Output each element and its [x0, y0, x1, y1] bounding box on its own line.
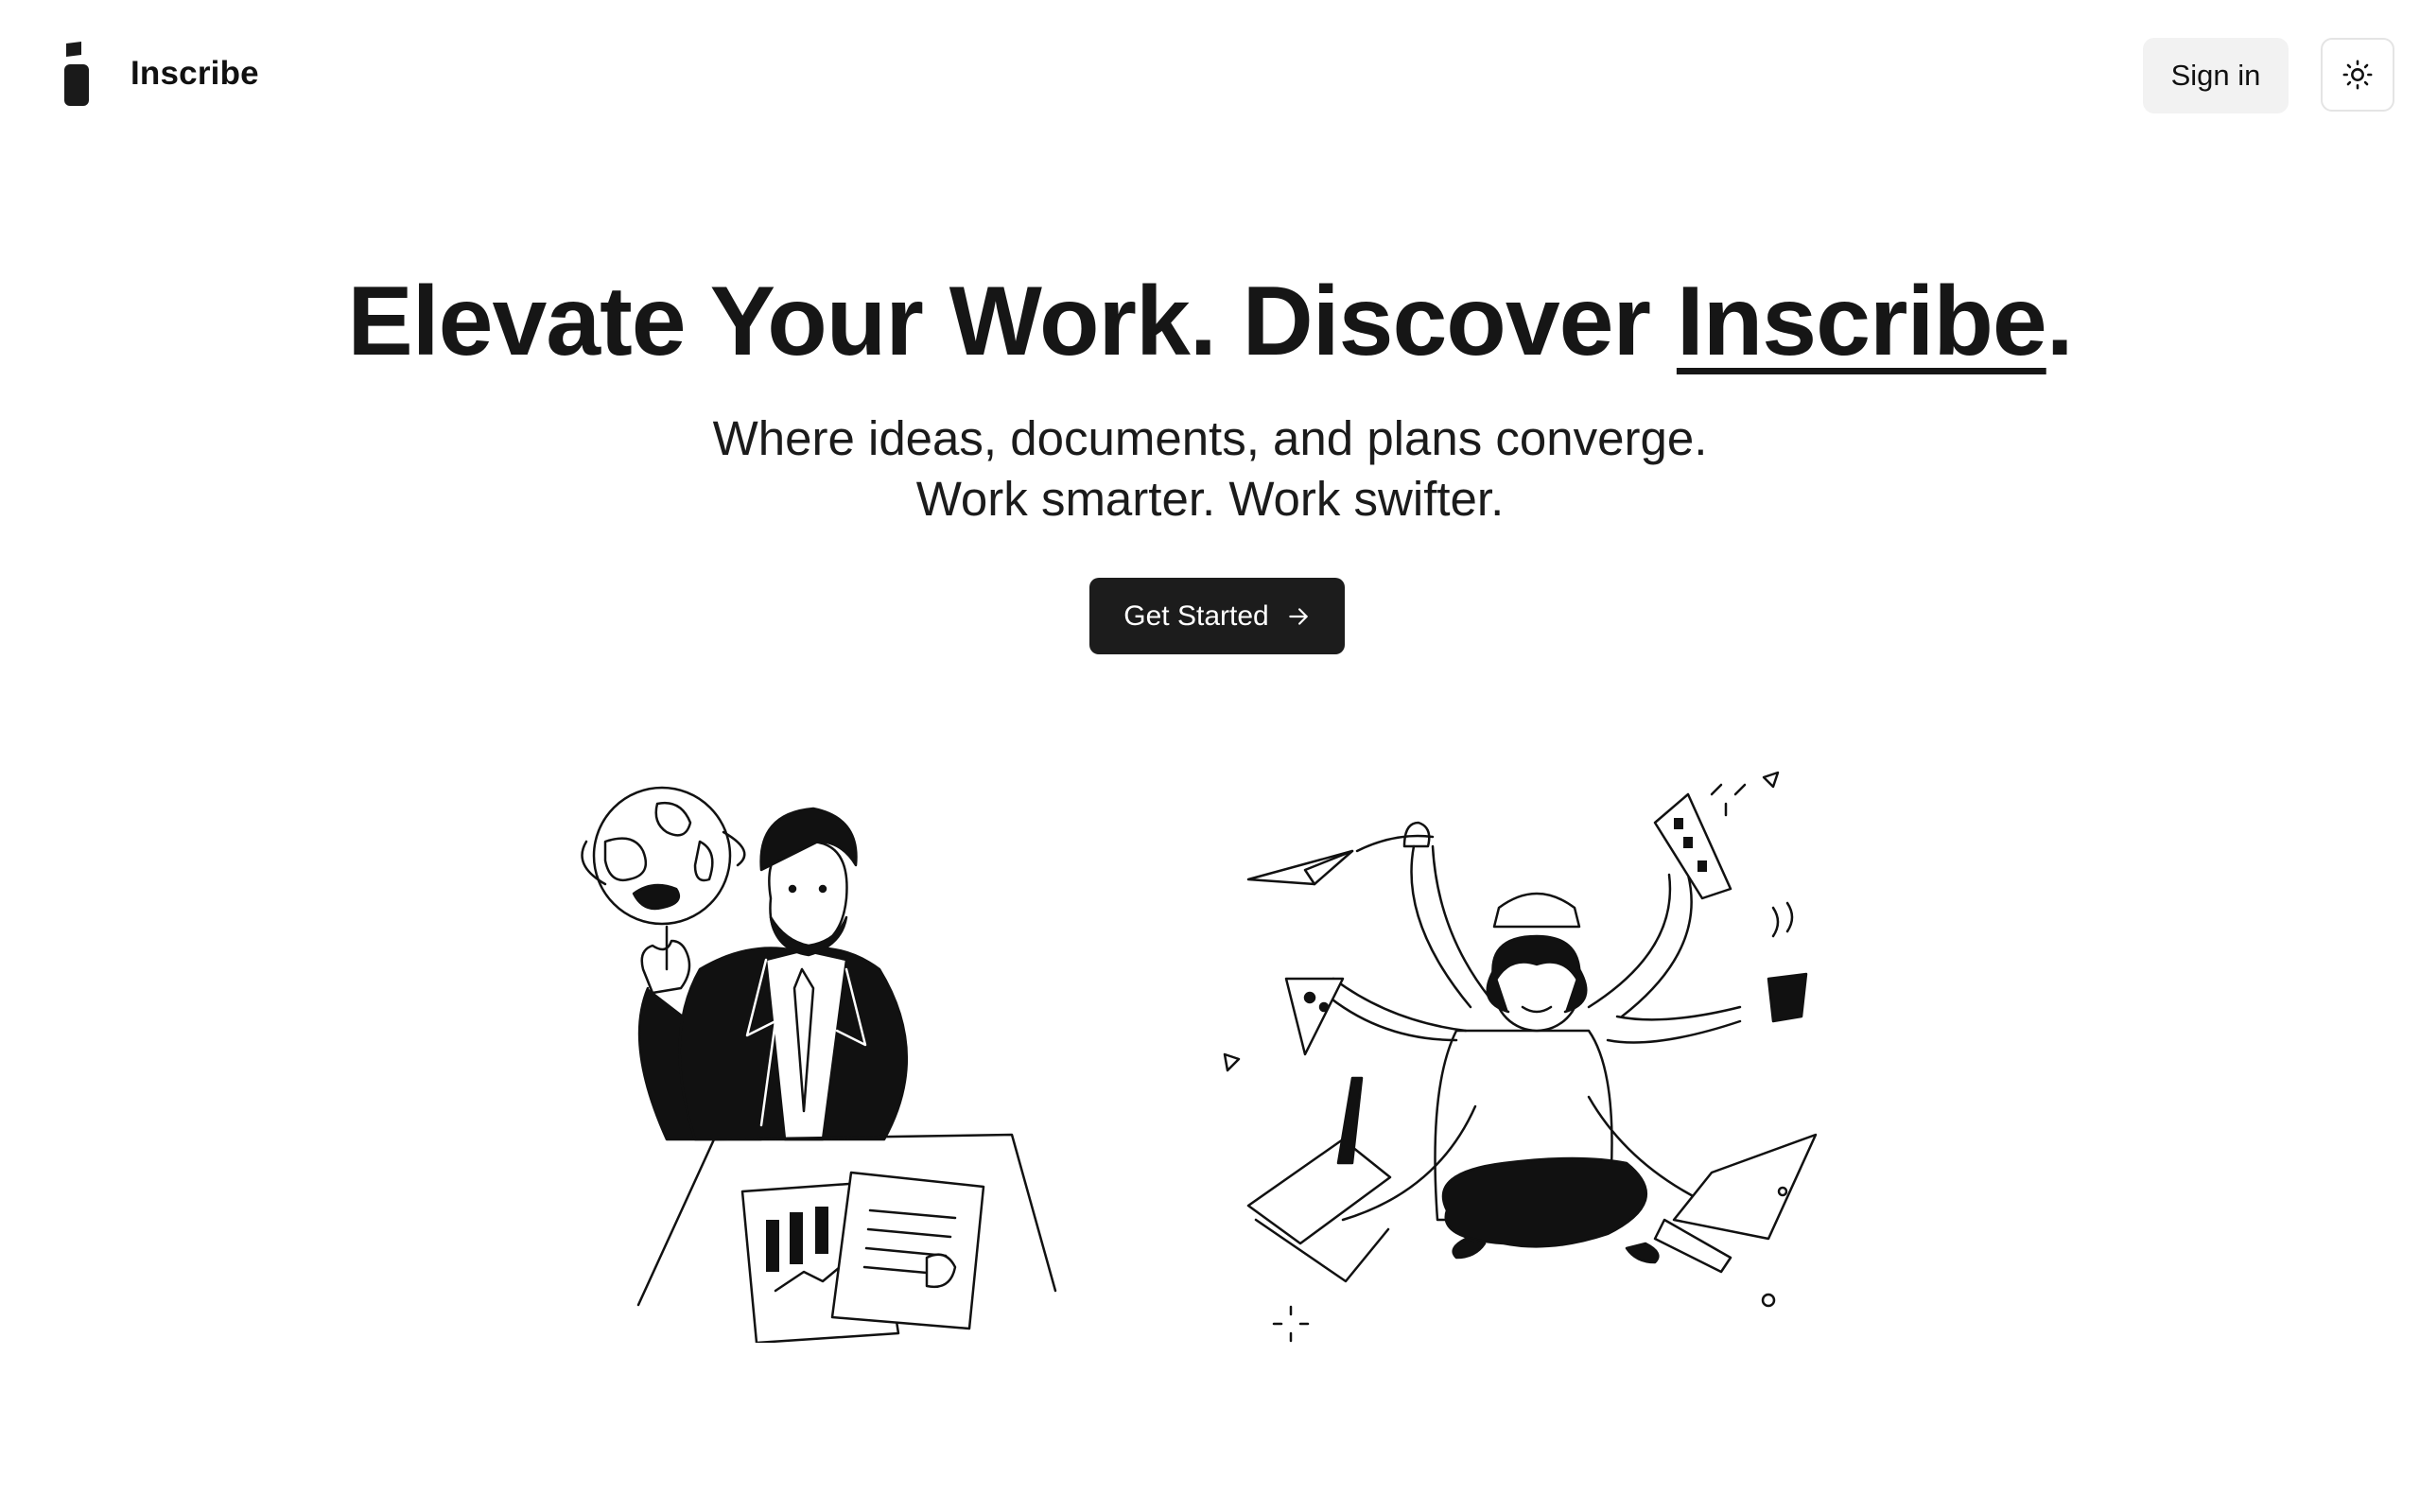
get-started-button[interactable]: Get Started — [1089, 578, 1345, 654]
multitasking-woman-illustration — [1223, 771, 1818, 1343]
brand-logo-link[interactable]: Inscribe — [62, 42, 259, 106]
arrow-right-icon — [1288, 607, 1308, 625]
sign-in-button[interactable]: Sign in — [2143, 38, 2289, 113]
hero-subtitle-line-1: Where ideas, documents, and plans conver… — [712, 411, 1708, 465]
hero-title-suffix: . — [2046, 267, 2074, 376]
logo-icon — [64, 42, 89, 106]
brand-name: Inscribe — [131, 55, 259, 92]
top-navbar: Inscribe Sign in — [0, 0, 2420, 151]
landing-page: Inscribe Sign in Elevate Your Work. Disc… — [0, 0, 2420, 1512]
sun-icon — [2342, 60, 2373, 90]
hero-subtitle: Where ideas, documents, and plans conver… — [0, 408, 2420, 530]
hero-title-prefix: Elevate Your Work. Discover — [347, 267, 1677, 376]
hero-subtitle-line-2: Work smarter. Work swifter. — [915, 472, 1505, 526]
theme-toggle-button[interactable] — [2321, 38, 2394, 112]
get-started-label: Get Started — [1123, 600, 1269, 632]
businessman-globe-illustration — [581, 786, 1057, 1343]
hero-title: Elevate Your Work. Discover Inscribe. — [0, 263, 2420, 380]
hero-title-brand: Inscribe — [1676, 267, 2047, 376]
